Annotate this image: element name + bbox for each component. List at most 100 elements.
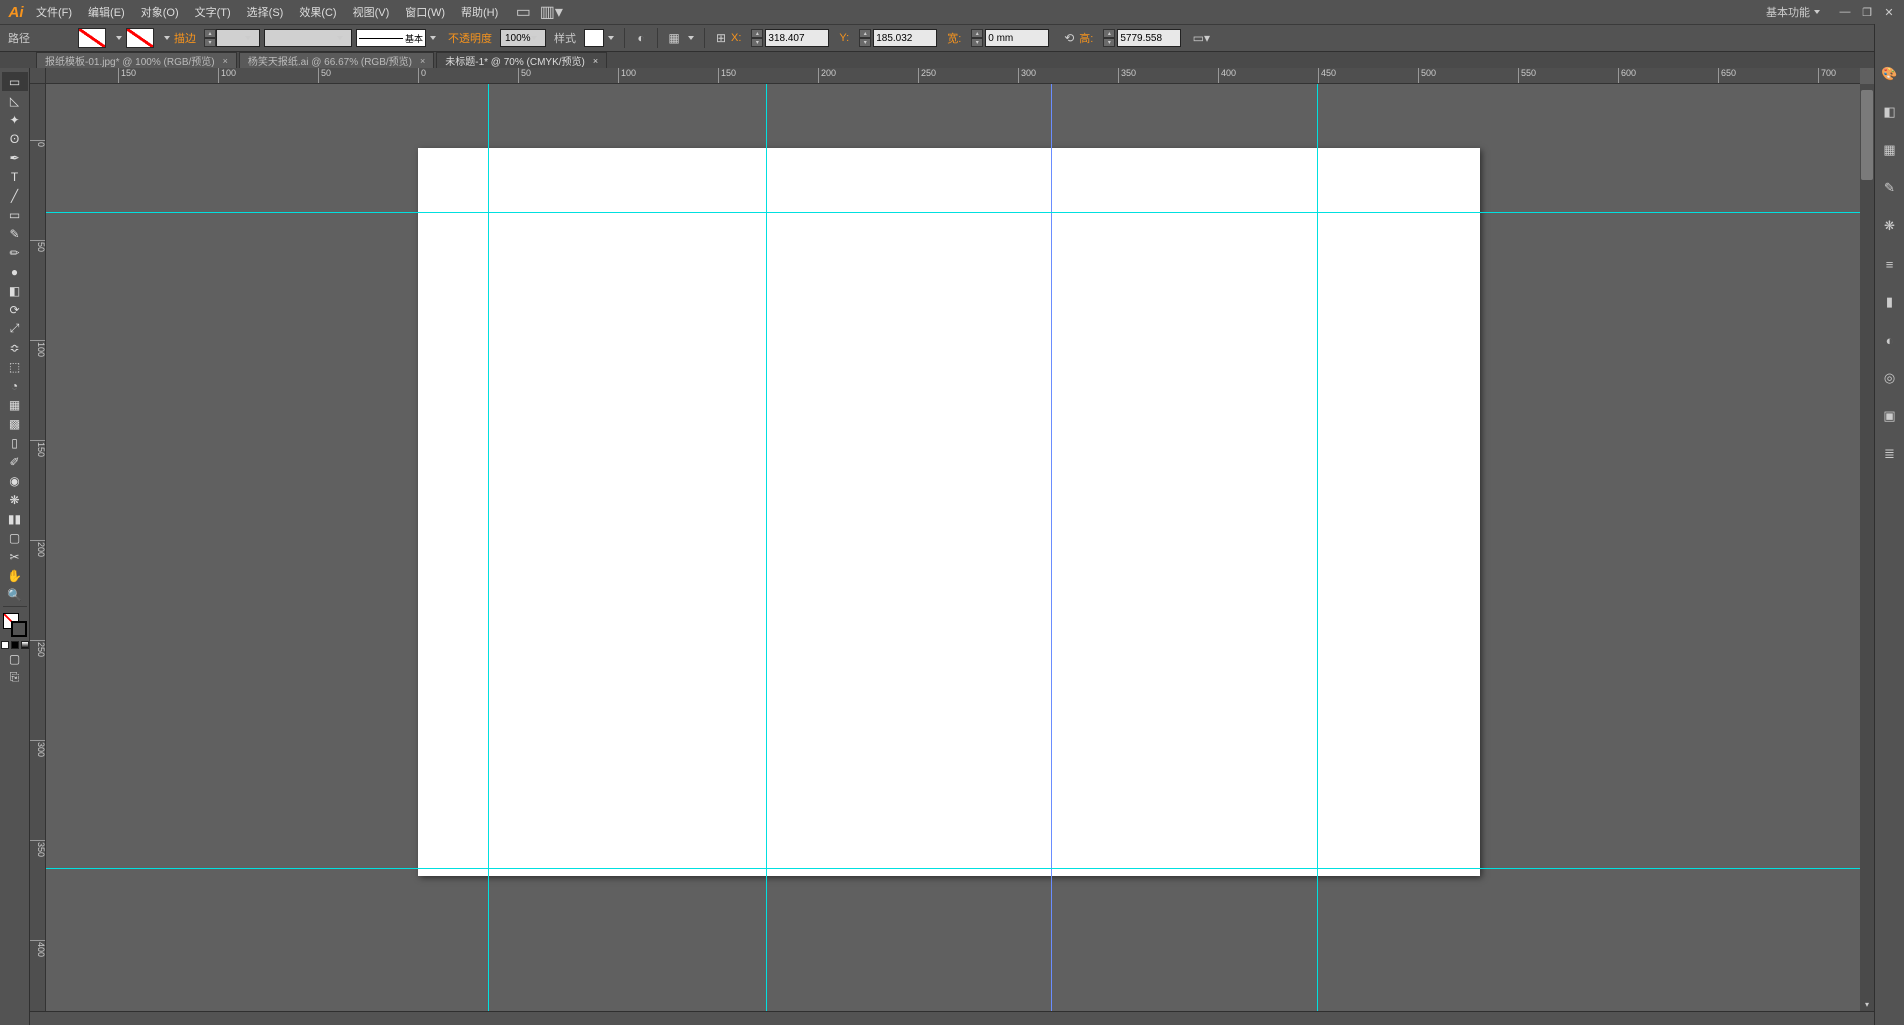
symbols-panel-icon[interactable]: ❋ <box>1880 216 1900 236</box>
maximize-button[interactable]: ❐ <box>1856 1 1878 23</box>
blend-tool[interactable]: ◉ <box>2 471 28 490</box>
opacity-select[interactable]: 100% <box>500 29 546 47</box>
fill-swatch[interactable] <box>78 28 106 48</box>
brush-def-select[interactable] <box>264 29 352 47</box>
menu-item[interactable]: 对象(O) <box>133 0 187 24</box>
menu-item[interactable]: 效果(C) <box>291 0 344 24</box>
mesh-tool[interactable]: ▩ <box>2 414 28 433</box>
scale-tool[interactable]: ⤢ <box>2 319 28 338</box>
close-tab-icon[interactable]: × <box>593 56 598 66</box>
eraser-tool[interactable]: ◧ <box>2 281 28 300</box>
blob-brush-tool[interactable]: ● <box>2 262 28 281</box>
h-input[interactable] <box>1117 29 1181 47</box>
y-input[interactable] <box>873 29 937 47</box>
screen-mode-icon[interactable]: ▢ <box>2 649 28 668</box>
paintbrush-tool[interactable]: ✎ <box>2 224 28 243</box>
chevron-down-icon[interactable] <box>608 36 614 40</box>
transform-anchor-icon[interactable]: ⊞ <box>711 28 731 48</box>
zoom-tool[interactable]: 🔍 <box>2 585 28 604</box>
close-tab-icon[interactable]: × <box>420 56 425 66</box>
document-tab[interactable]: 杨笑天报纸.ai @ 66.67% (RGB/预览)× <box>239 52 434 68</box>
minimize-button[interactable]: — <box>1834 1 1856 23</box>
document-tab[interactable]: 未标题-1* @ 70% (CMYK/预览)× <box>436 52 607 68</box>
x-input[interactable] <box>765 29 829 47</box>
stroke-profile-select[interactable]: 基本 <box>356 29 426 47</box>
selection-tool[interactable]: ▭ <box>2 72 28 91</box>
menu-item[interactable]: 文件(F) <box>28 0 80 24</box>
opacity-label[interactable]: 不透明度 <box>448 30 492 46</box>
symbol-sprayer-tool[interactable]: ❋ <box>2 490 28 509</box>
ruler-horizontal[interactable]: 1501005005010015020025030035040045050055… <box>46 68 1860 84</box>
slice-tool[interactable]: ✂ <box>2 547 28 566</box>
guide-vertical[interactable] <box>488 84 489 1011</box>
appearance-panel-icon[interactable]: ◎ <box>1880 368 1900 388</box>
gradient-tool[interactable]: ▯ <box>2 433 28 452</box>
chevron-down-icon[interactable] <box>164 36 170 40</box>
color-panel-icon[interactable]: 🎨 <box>1880 64 1900 84</box>
stroke-weight-stepper[interactable]: ▴▾ <box>204 29 216 47</box>
guide-horizontal[interactable] <box>46 212 1860 213</box>
change-screen-mode-icon[interactable]: ⎘ <box>2 668 28 687</box>
color-mode-row[interactable] <box>1 641 29 649</box>
menu-item[interactable]: 帮助(H) <box>453 0 506 24</box>
scroll-down-arrow-icon[interactable]: ▾ <box>1860 997 1874 1011</box>
transparency-panel-icon[interactable]: ◐ <box>1880 330 1900 350</box>
guide-vertical[interactable] <box>1051 84 1052 1011</box>
stroke-weight-select[interactable] <box>216 29 260 47</box>
recolor-icon[interactable]: ◐ <box>631 28 651 48</box>
stroke-swatch[interactable] <box>126 28 154 48</box>
eyedropper-tool[interactable]: ✐ <box>2 452 28 471</box>
rectangle-tool[interactable]: ▭ <box>2 205 28 224</box>
document-tab[interactable]: 报纸模板-01.jpg* @ 100% (RGB/预览)× <box>36 52 237 68</box>
rotate-tool[interactable]: ⟳ <box>2 300 28 319</box>
chevron-down-icon[interactable] <box>116 36 122 40</box>
constrain-proportions-icon[interactable]: ⟲ <box>1059 28 1079 48</box>
artboard[interactable] <box>418 148 1480 876</box>
close-tab-icon[interactable]: × <box>223 56 228 66</box>
workspace-selector[interactable]: 基本功能 <box>1756 0 1834 24</box>
color-guide-panel-icon[interactable]: ◧ <box>1880 102 1900 122</box>
swatches-panel-icon[interactable]: ▦ <box>1880 140 1900 160</box>
artboard-tool[interactable]: ▢ <box>2 528 28 547</box>
stroke-panel-icon[interactable]: ≡ <box>1880 254 1900 274</box>
menu-item[interactable]: 文字(T) <box>187 0 239 24</box>
graphic-styles-panel-icon[interactable]: ▣ <box>1880 406 1900 426</box>
lasso-tool[interactable]: ʘ <box>2 129 28 148</box>
shape-builder-tool[interactable]: ◔ <box>2 376 28 395</box>
w-input[interactable] <box>985 29 1049 47</box>
direct-selection-tool[interactable]: ◺ <box>2 91 28 110</box>
menu-item[interactable]: 选择(S) <box>239 0 292 24</box>
pen-tool[interactable]: ✒ <box>2 148 28 167</box>
transform-options-icon[interactable]: ▭▾ <box>1191 28 1211 48</box>
fill-stroke-control[interactable] <box>3 613 27 637</box>
guide-horizontal[interactable] <box>46 868 1860 869</box>
canvas-viewport[interactable] <box>46 84 1860 1011</box>
guide-vertical[interactable] <box>766 84 767 1011</box>
stroke-label[interactable]: 描边 <box>174 30 196 46</box>
vertical-scrollbar[interactable]: ▴ ▾ <box>1860 84 1874 1011</box>
type-tool[interactable]: T <box>2 167 28 186</box>
align-icon[interactable]: ▦ <box>664 28 684 48</box>
line-tool[interactable]: ╱ <box>2 186 28 205</box>
w-stepper[interactable]: ▴▾ <box>971 29 983 47</box>
menu-item[interactable]: 视图(V) <box>345 0 398 24</box>
menu-item[interactable]: 窗口(W) <box>397 0 453 24</box>
column-graph-tool[interactable]: ▮▮ <box>2 509 28 528</box>
graphic-style-select[interactable] <box>584 29 604 47</box>
pencil-tool[interactable]: ✏ <box>2 243 28 262</box>
ruler-vertical[interactable]: 050100150200250300350400 <box>30 84 46 1011</box>
ruler-origin[interactable] <box>30 68 46 84</box>
free-transform-tool[interactable]: ⬚ <box>2 357 28 376</box>
menu-item[interactable]: 编辑(E) <box>80 0 133 24</box>
hand-tool[interactable]: ✋ <box>2 566 28 585</box>
guide-vertical[interactable] <box>1317 84 1318 1011</box>
document-setup-icon[interactable]: ▭ <box>512 1 534 23</box>
scrollbar-thumb[interactable] <box>1861 90 1873 180</box>
y-stepper[interactable]: ▴▾ <box>859 29 871 47</box>
width-tool[interactable]: ≎ <box>2 338 28 357</box>
chevron-down-icon[interactable] <box>688 36 694 40</box>
close-button[interactable]: ✕ <box>1878 1 1900 23</box>
gradient-panel-icon[interactable]: ▮ <box>1880 292 1900 312</box>
magic-wand-tool[interactable]: ✦ <box>2 110 28 129</box>
h-stepper[interactable]: ▴▾ <box>1103 29 1115 47</box>
